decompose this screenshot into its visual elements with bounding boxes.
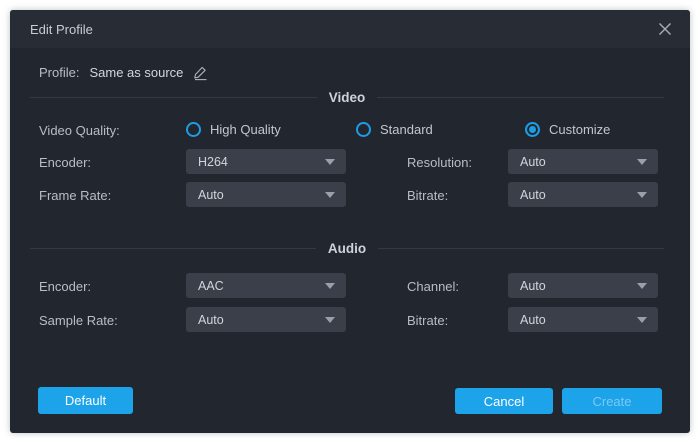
- audio-bitrate-select[interactable]: Auto: [508, 307, 658, 332]
- audio-section-header: Audio: [30, 240, 664, 256]
- dropdown-caret-icon: [637, 159, 647, 165]
- video-bitrate-label: Bitrate:: [407, 188, 448, 203]
- edit-profile-dialog: Edit Profile Profile: Same as source Vid…: [10, 10, 690, 433]
- video-quality-label: Video Quality:: [39, 123, 120, 138]
- sample-rate-label: Sample Rate:: [39, 313, 118, 328]
- default-button[interactable]: Default: [38, 387, 133, 414]
- radio-customize[interactable]: Customize: [525, 122, 610, 137]
- close-button[interactable]: [650, 14, 680, 44]
- dropdown-caret-icon: [325, 283, 335, 289]
- video-encoder-value: H264: [198, 155, 228, 169]
- resolution-value: Auto: [520, 155, 546, 169]
- dialog-title: Edit Profile: [30, 22, 93, 37]
- profile-label: Profile:: [39, 65, 79, 80]
- audio-section-title: Audio: [328, 241, 366, 256]
- channel-label: Channel:: [407, 279, 459, 294]
- video-section-header: Video: [30, 89, 664, 105]
- radio-customize-label: Customize: [549, 122, 610, 137]
- profile-name-value: Same as source: [89, 65, 183, 80]
- dropdown-caret-icon: [637, 317, 647, 323]
- frame-rate-value: Auto: [198, 188, 224, 202]
- radio-standard[interactable]: Standard: [356, 122, 433, 137]
- create-button[interactable]: Create: [562, 388, 662, 414]
- radio-icon: [186, 122, 201, 137]
- cancel-button[interactable]: Cancel: [455, 388, 553, 414]
- dropdown-caret-icon: [637, 283, 647, 289]
- channel-select[interactable]: Auto: [508, 273, 658, 298]
- radio-icon: [525, 122, 540, 137]
- radio-high-quality[interactable]: High Quality: [186, 122, 281, 137]
- sample-rate-value: Auto: [198, 313, 224, 327]
- audio-encoder-label: Encoder:: [39, 279, 91, 294]
- profile-row: Profile: Same as source: [39, 62, 209, 82]
- resolution-label: Resolution:: [407, 155, 472, 170]
- sample-rate-select[interactable]: Auto: [186, 307, 346, 332]
- video-encoder-label: Encoder:: [39, 155, 91, 170]
- video-bitrate-select[interactable]: Auto: [508, 182, 658, 207]
- pencil-edit-icon: [192, 64, 209, 81]
- video-encoder-select[interactable]: H264: [186, 149, 346, 174]
- radio-high-quality-label: High Quality: [210, 122, 281, 137]
- dropdown-caret-icon: [637, 192, 647, 198]
- dropdown-caret-icon: [325, 317, 335, 323]
- audio-bitrate-value: Auto: [520, 313, 546, 327]
- audio-encoder-select[interactable]: AAC: [186, 273, 346, 298]
- dropdown-caret-icon: [325, 159, 335, 165]
- video-section-title: Video: [329, 90, 366, 105]
- video-bitrate-value: Auto: [520, 188, 546, 202]
- resolution-select[interactable]: Auto: [508, 149, 658, 174]
- radio-standard-label: Standard: [380, 122, 433, 137]
- radio-icon: [356, 122, 371, 137]
- dropdown-caret-icon: [325, 192, 335, 198]
- close-icon: [657, 21, 673, 37]
- frame-rate-label: Frame Rate:: [39, 188, 111, 203]
- channel-value: Auto: [520, 279, 546, 293]
- dialog-titlebar: Edit Profile: [10, 10, 690, 48]
- edit-profile-name-button[interactable]: [192, 64, 209, 81]
- audio-bitrate-label: Bitrate:: [407, 313, 448, 328]
- audio-encoder-value: AAC: [198, 279, 224, 293]
- frame-rate-select[interactable]: Auto: [186, 182, 346, 207]
